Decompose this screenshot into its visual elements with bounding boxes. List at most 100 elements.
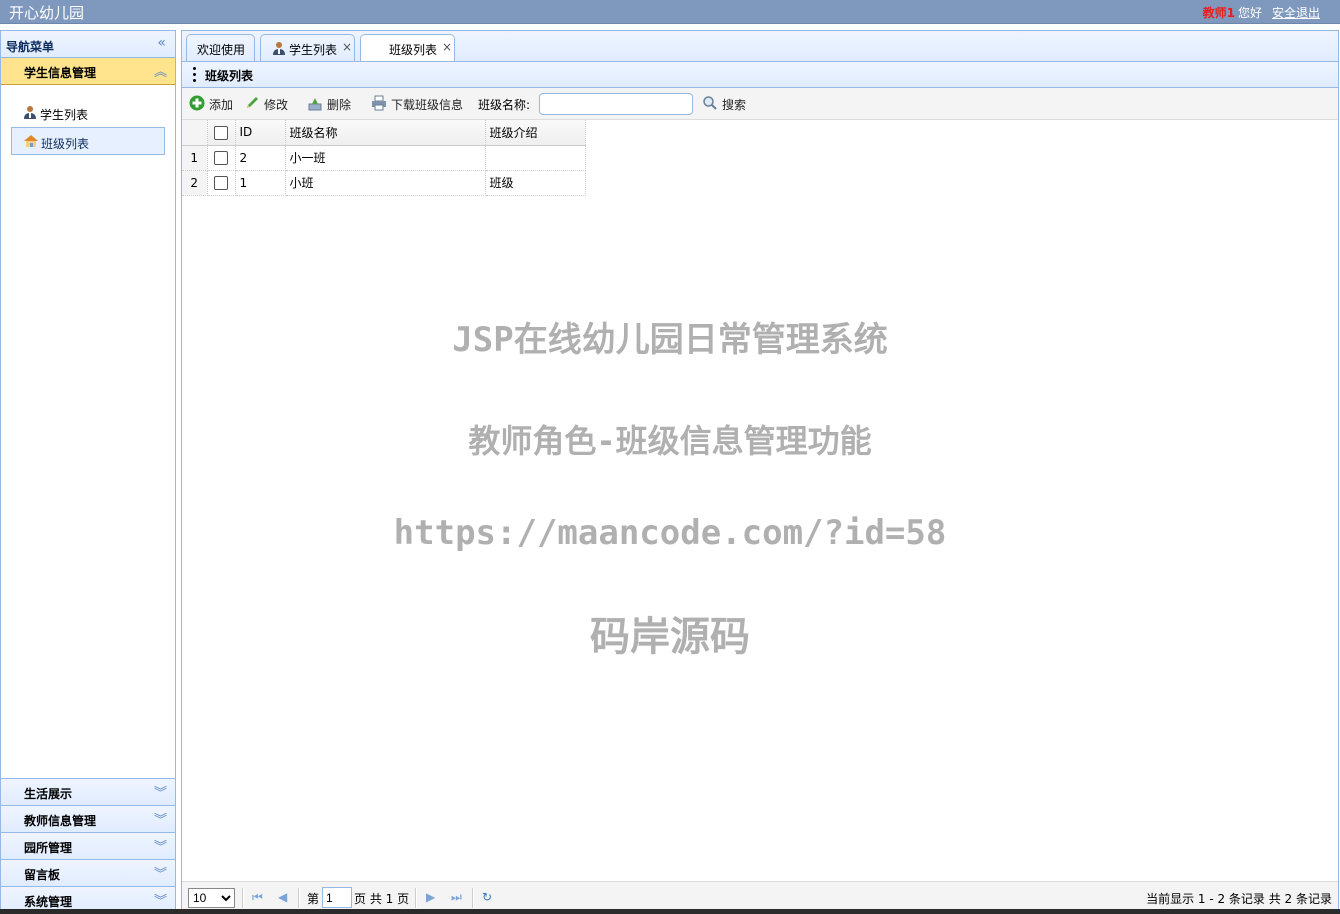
top-header: 开心幼儿园 教师1 您好 安全退出: [0, 0, 1340, 24]
row-number: 1: [182, 145, 208, 171]
tab-class-list[interactable]: 班级列表 ×: [360, 34, 455, 63]
first-page-icon[interactable]: ⏮: [252, 890, 266, 904]
nav-section-label: 系统管理: [24, 895, 73, 909]
sidebar-item-student-list[interactable]: 学生列表: [11, 99, 165, 127]
table-row[interactable]: 2 1 小班 班级: [182, 170, 586, 196]
house-icon: [24, 135, 38, 147]
row-checkbox-cell: [207, 170, 236, 196]
page-number-input[interactable]: [322, 887, 352, 908]
select-all-checkbox-cell: [207, 120, 236, 146]
row-checkbox[interactable]: [214, 150, 228, 165]
sidebar-item-class-list[interactable]: 班级列表: [11, 127, 165, 155]
nav-collapsed-sections: 生活展示 ︾ 教师信息管理 ︾ 园所管理 ︾ 留言板 ︾ 系统管理 ︾: [1, 778, 175, 913]
column-header-id[interactable]: ID: [235, 120, 286, 146]
row-number: 2: [182, 170, 208, 196]
pencil-icon: [247, 97, 258, 108]
greeting: 您好: [1237, 6, 1262, 20]
cell-class-intro: 班级: [485, 170, 586, 196]
sidebar-item-label: 班级列表: [41, 137, 90, 151]
row-checkbox[interactable]: [214, 175, 228, 190]
watermark-url: https://maancode.com/?id=58: [393, 513, 947, 553]
tab-welcome[interactable]: 欢迎使用: [186, 34, 255, 62]
delete-icon: [308, 98, 322, 111]
cell-class-name: 小班: [285, 170, 486, 196]
table-header-row: ID 班级名称 班级介绍: [182, 120, 586, 146]
nav-section-teacher-management[interactable]: 教师信息管理 ︾: [1, 805, 175, 832]
divider: [298, 888, 300, 908]
delete-button[interactable]: 删除: [307, 95, 355, 113]
add-label: 添加: [209, 98, 234, 112]
row-checkbox-cell: [207, 145, 236, 171]
student-icon: [273, 42, 285, 55]
search-label: 班级名称:: [478, 98, 531, 112]
divider: [242, 888, 244, 908]
panel-title: 班级列表: [205, 69, 254, 83]
cell-class-intro: [485, 145, 586, 171]
nav-section-label: 留言板: [24, 868, 61, 882]
window-bottom-edge: [0, 909, 1340, 914]
record-info: 当前显示 1 - 2 条记录 共 2 条记录: [1146, 892, 1332, 906]
chevron-down-icon: ︾: [153, 894, 167, 909]
panel-header: 班级列表: [182, 62, 1338, 88]
add-icon: [189, 95, 205, 111]
nav-section-body: 学生列表 班级列表: [1, 85, 175, 155]
cell-id: 1: [235, 170, 286, 196]
search-icon: [703, 96, 717, 110]
chevron-down-icon: ︾: [153, 786, 167, 801]
column-header-class-name[interactable]: 班级名称: [285, 120, 486, 146]
page-size-select[interactable]: 10: [188, 888, 235, 908]
tab-bar: 欢迎使用 学生列表 × 班级列表 ×: [181, 30, 1339, 63]
next-page-icon[interactable]: ▶: [426, 890, 440, 904]
add-button[interactable]: 添加: [189, 95, 237, 113]
navigation-panel: 导航菜单 « 学生信息管理 ︽ 学生列表 班级列表 生活展示 ︾ 教师信息管理 …: [0, 30, 176, 914]
user-role: 教师1: [1202, 6, 1235, 20]
table-row[interactable]: 1 2 小一班: [182, 145, 586, 171]
nav-section-student-management[interactable]: 学生信息管理 ︽: [1, 58, 175, 85]
search-button[interactable]: 搜索: [702, 95, 752, 113]
download-class-info-button[interactable]: 下载班级信息: [371, 95, 471, 113]
column-header-class-intro[interactable]: 班级介绍: [485, 120, 586, 146]
toolbar: 添加 修改 删除 下载班级信息 班级名称: 搜索: [182, 88, 1338, 120]
logout-link[interactable]: 安全退出: [1272, 6, 1320, 20]
prev-page-icon[interactable]: ◀: [278, 890, 292, 904]
printer-icon: [372, 95, 386, 111]
main-panel: 班级列表 添加 修改 删除 下载班级信息 班级名称: 搜索 ID 班级名称 班级…: [181, 61, 1339, 914]
chevron-down-icon: ︾: [153, 867, 167, 882]
nav-section-life-display[interactable]: 生活展示 ︾: [1, 778, 175, 805]
nav-section-campus-management[interactable]: 园所管理 ︾: [1, 832, 175, 859]
chevron-down-icon: ︾: [153, 840, 167, 855]
chevron-up-icon: ︽: [153, 65, 167, 80]
student-icon: [24, 106, 36, 119]
collapse-left-icon[interactable]: «: [157, 35, 166, 51]
refresh-icon[interactable]: ↻: [482, 890, 496, 904]
edit-label: 修改: [264, 98, 289, 112]
cell-class-name: 小一班: [285, 145, 486, 171]
nav-section-message-board[interactable]: 留言板 ︾: [1, 859, 175, 886]
divider: [472, 888, 474, 908]
app-title: 开心幼儿园: [9, 4, 85, 22]
row-number-header: [182, 120, 208, 146]
last-page-icon[interactable]: ⏭: [451, 890, 465, 904]
sidebar-item-label: 学生列表: [40, 108, 89, 122]
cell-id: 2: [235, 145, 286, 171]
chevron-down-icon: ︾: [153, 813, 167, 828]
close-icon[interactable]: ×: [342, 40, 352, 54]
edit-button[interactable]: 修改: [244, 95, 292, 113]
nav-header: 导航菜单 «: [1, 31, 175, 58]
nav-section-label: 园所管理: [24, 841, 73, 855]
page-prefix: 第: [307, 892, 320, 906]
delete-label: 删除: [327, 98, 352, 112]
tab-student-list[interactable]: 学生列表 ×: [260, 34, 355, 62]
class-table: ID 班级名称 班级介绍 1 2 小一班 2 1 小班 班级: [182, 120, 586, 196]
watermark-subtitle: 教师角色-班级信息管理功能: [468, 422, 872, 460]
nav-section-label: 生活展示: [24, 787, 73, 801]
watermark-title: JSP在线幼儿园日常管理系统: [452, 320, 888, 360]
tab-label: 学生列表: [289, 43, 338, 57]
page-total: 页 共 1 页: [354, 892, 410, 906]
close-icon[interactable]: ×: [442, 40, 452, 54]
nav-section-label: 教师信息管理: [24, 814, 97, 828]
nav-section-label: 学生信息管理: [24, 66, 97, 80]
select-all-checkbox[interactable]: [214, 125, 228, 140]
class-name-search-input[interactable]: [539, 93, 693, 115]
search-label-text: 搜索: [722, 98, 747, 112]
